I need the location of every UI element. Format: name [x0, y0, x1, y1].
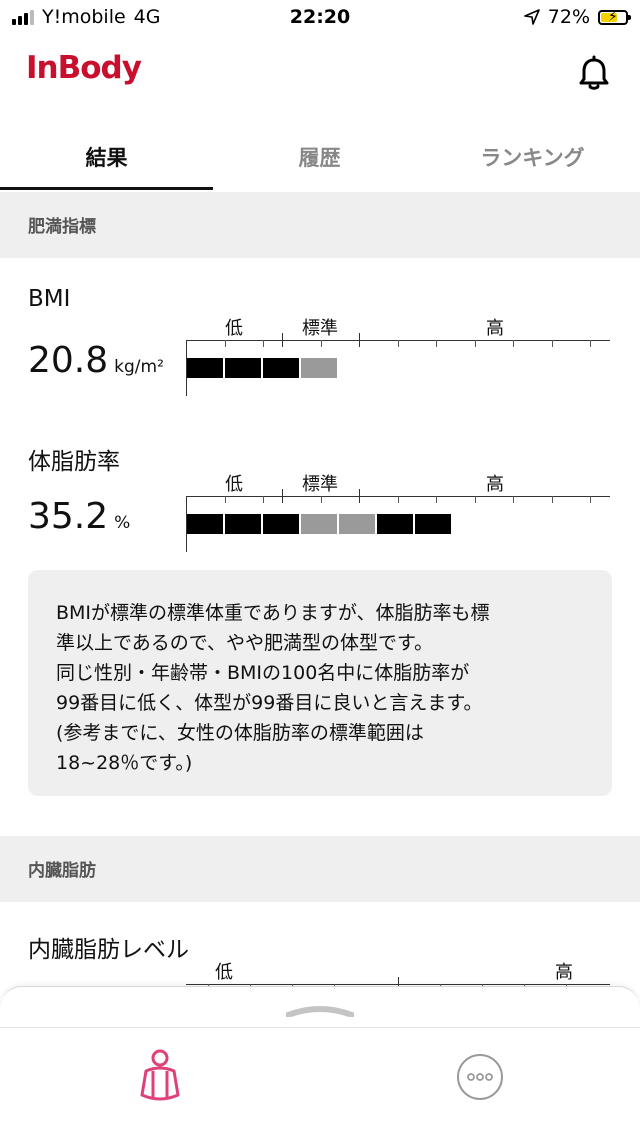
visceral-zone-high: 高 — [555, 962, 573, 983]
tab-bar: 結果 履歴 ランキング — [0, 120, 640, 192]
bar-segment-dark — [187, 358, 223, 378]
bmi-number: 20.8 — [28, 340, 109, 381]
analysis-comment: BMIが標準の標準体重でありますが、体脂肪率も標 準以上であるので、やや肥満型の… — [28, 570, 612, 796]
comment-line: 同じ性別・年齢帯・BMIの100名中に体脂肪率が — [56, 662, 470, 684]
bmi-value: 20.8 kg/m² — [28, 340, 164, 381]
body-fat-gauge: 低 標準 高 — [186, 470, 610, 552]
bar-segment-gray — [301, 514, 337, 534]
screen: Y!mobile 4G 22:20 72% ⚡ InBody 結果 履歴 ランキ… — [0, 0, 640, 1138]
body-fat-zone-low: 低 — [225, 474, 243, 495]
tab-ranking[interactable]: ランキング — [426, 120, 639, 192]
section-header-obesity: 肥満指標 — [0, 192, 640, 258]
status-right: 72% ⚡ — [523, 6, 631, 28]
bmi-zone-high: 高 — [486, 318, 504, 339]
bar-segment-dark — [263, 514, 299, 534]
body-fat-label: 体脂肪率 — [28, 449, 120, 475]
bar-segment-dark — [415, 514, 451, 534]
visceral-level-label: 内臓脂肪レベル — [28, 937, 189, 963]
body-fat-bar — [187, 514, 453, 534]
bmi-label: BMI — [28, 286, 71, 312]
bar-segment-dark — [187, 514, 223, 534]
section-header-visceral: 内臓脂肪 — [0, 836, 640, 902]
bar-segment-gray — [339, 514, 375, 534]
body-fat-unit: % — [114, 513, 131, 533]
bmi-gauge: 低 標準 高 — [186, 314, 610, 396]
comment-line: 準以上であるので、やや肥満型の体型です。 — [56, 632, 434, 654]
bell-icon[interactable] — [574, 54, 614, 94]
visceral-zone-low: 低 — [215, 962, 233, 983]
bar-segment-dark — [225, 514, 261, 534]
comment-line: (参考までに、女性の体脂肪率の標準範囲は — [56, 722, 424, 744]
body-icon[interactable] — [136, 1049, 184, 1103]
body-fat-value: 35.2% — [28, 496, 130, 537]
bmi-zone-low: 低 — [225, 318, 243, 339]
bottom-sheet[interactable] — [0, 986, 640, 1138]
inbody-logo: InBody — [26, 50, 142, 86]
drag-handle-icon[interactable] — [286, 1005, 354, 1017]
battery-percent: 72% — [547, 6, 590, 28]
location-arrow-icon — [523, 9, 540, 25]
battery-icon: ⚡ — [598, 8, 631, 25]
bar-segment-dark — [263, 358, 299, 378]
bmi-bar — [187, 358, 339, 378]
body-fat-zone-standard: 標準 — [302, 474, 338, 495]
bar-segment-gray — [301, 358, 337, 378]
body-fat-number: 35.2 — [28, 496, 109, 537]
body-fat-zone-high: 高 — [486, 474, 504, 495]
status-bar: Y!mobile 4G 22:20 72% ⚡ — [0, 0, 640, 36]
charging-bolt-icon: ⚡ — [608, 8, 618, 25]
bar-segment-dark — [225, 358, 261, 378]
tab-history[interactable]: 履歴 — [213, 120, 426, 192]
more-icon[interactable] — [456, 1053, 504, 1101]
comment-line: BMIが標準の標準体重でありますが、体脂肪率も標 — [56, 602, 490, 624]
comment-line: 99番目に低く、体型が99番目に良いと言えます。 — [56, 692, 483, 714]
tab-results[interactable]: 結果 — [0, 120, 213, 192]
bmi-unit: kg/m² — [114, 357, 164, 377]
bmi-zone-standard: 標準 — [302, 318, 338, 339]
comment-line: 18~28％です。) — [56, 752, 193, 774]
bar-segment-dark — [377, 514, 413, 534]
